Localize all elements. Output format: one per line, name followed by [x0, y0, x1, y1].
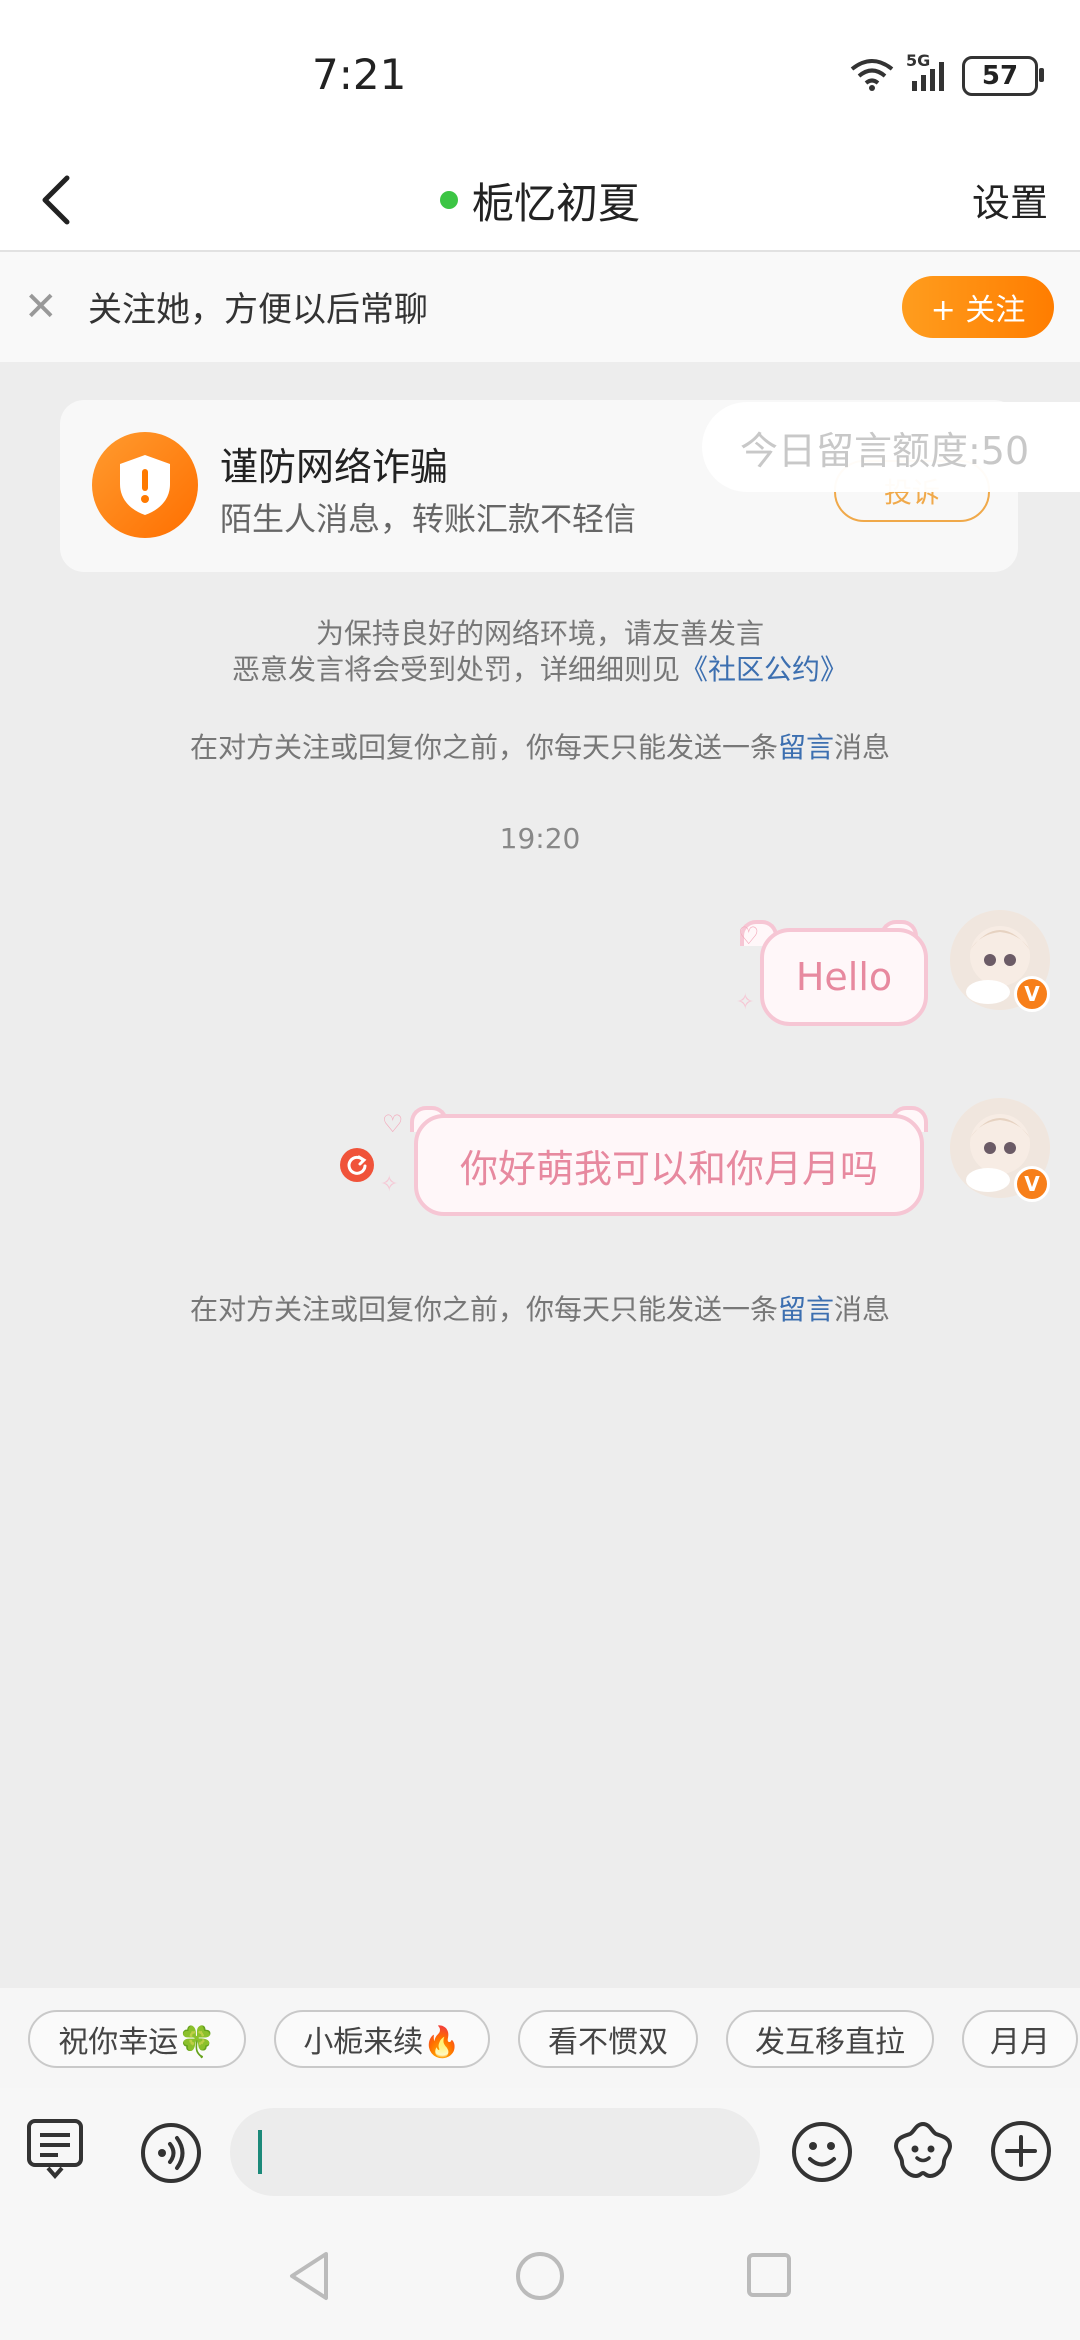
limit-text: 在对方关注或回复你之前，你每天只能发送一条 — [189, 1293, 778, 1326]
follow-button[interactable]: + 关注 — [902, 276, 1054, 338]
quick-reply-chip[interactable]: 小栀来续🔥 — [274, 2010, 490, 2068]
quick-reply-chip[interactable]: 祝你幸运🍀 — [28, 2010, 246, 2068]
leave-message-link[interactable]: 留言 — [778, 1293, 834, 1326]
online-status-dot — [439, 191, 458, 209]
sparkle-icon: ✧ — [736, 990, 755, 1015]
nav-back-icon[interactable] — [286, 2250, 332, 2306]
retry-icon[interactable] — [340, 1148, 374, 1182]
system-nav-bar — [0, 2218, 1080, 2340]
quick-reply-chip[interactable]: 发互移直拉 — [726, 2010, 934, 2068]
message-text: Hello — [795, 955, 893, 999]
menu-text-icon[interactable] — [26, 2118, 84, 2184]
message-limit-notice: 在对方关注或回复你之前，你每天只能发送一条留言消息 — [0, 730, 1080, 766]
emoji-icon[interactable] — [790, 2120, 854, 2188]
message-quota-badge: 今日留言额度:50 — [702, 402, 1080, 492]
close-icon[interactable]: ✕ — [24, 284, 58, 330]
message-input[interactable] — [230, 2108, 760, 2196]
nav-home-icon[interactable] — [514, 2250, 566, 2306]
fraud-title: 谨防网络诈骗 — [220, 445, 449, 489]
notice-line-1: 为保持良好的网络环境，请友善发言 — [315, 617, 764, 650]
back-button[interactable] — [26, 168, 86, 232]
heart-icon: ♡ — [382, 1110, 404, 1138]
community-rules-link[interactable]: 《社区公约》 — [680, 653, 848, 686]
chat-title: 栀忆初夏 — [471, 178, 640, 228]
notice-line-2-text: 恶意发言将会受到处罚，详细细则见 — [231, 653, 680, 686]
community-notice: 为保持良好的网络环境，请友善发言 恶意发言将会受到处罚，详细细则见《社区公约》 — [0, 616, 1080, 688]
input-bar — [0, 2088, 1080, 2218]
sticker-icon[interactable] — [890, 2118, 956, 2188]
text-caret — [258, 2130, 262, 2174]
quick-reply-chip[interactable]: 月月 — [962, 2010, 1078, 2068]
follow-tip: 关注她，方便以后常聊 — [88, 290, 428, 330]
quick-reply-chip[interactable]: 看不惯双 — [518, 2010, 698, 2068]
message-text: 你好萌我可以和你月月吗 — [459, 1146, 878, 1191]
voice-icon[interactable] — [140, 2122, 202, 2188]
limit-suffix: 消息 — [834, 1293, 891, 1326]
status-bar: 7:21 5G 57 — [0, 0, 1080, 150]
fraud-subtitle: 陌生人消息，转账汇款不轻信 — [220, 500, 637, 538]
settings-button[interactable]: 设置 — [972, 172, 1048, 227]
leave-message-link[interactable]: 留言 — [778, 731, 834, 764]
status-icons: 5G 57 — [850, 51, 1044, 96]
shield-icon — [92, 432, 198, 538]
message-timestamp: 19:20 — [499, 822, 581, 855]
sparkle-icon: ✧ — [380, 1172, 399, 1197]
limit-suffix: 消息 — [834, 731, 891, 764]
wifi-icon — [850, 57, 894, 95]
signal-icon: 5G — [906, 51, 948, 93]
chat-header: 栀忆初夏 设置 — [0, 150, 1080, 252]
quick-reply-bar: 祝你幸运🍀 小栀来续🔥 看不惯双 发互移直拉 月月 — [0, 1988, 1080, 2088]
follow-banner: ✕ 关注她，方便以后常聊 + 关注 — [0, 252, 1080, 362]
heart-icon: ♡ — [738, 922, 760, 950]
verified-badge-icon: V — [1014, 1166, 1050, 1202]
limit-text: 在对方关注或回复你之前，你每天只能发送一条 — [189, 731, 778, 764]
nav-recents-icon[interactable] — [746, 2252, 792, 2302]
back-arrow-icon — [42, 175, 70, 225]
message-bubble[interactable]: Hello — [760, 928, 928, 1026]
message-limit-notice: 在对方关注或回复你之前，你每天只能发送一条留言消息 — [0, 1292, 1080, 1328]
status-time: 7:21 — [312, 50, 407, 99]
notice-line-2: 恶意发言将会受到处罚，详细细则见《社区公约》 — [0, 652, 1080, 688]
chat-title-group: 栀忆初夏 — [0, 168, 1080, 232]
network-type: 5G — [906, 51, 931, 70]
battery-icon: 57 — [962, 56, 1044, 96]
message-bubble[interactable]: 你好萌我可以和你月月吗 — [414, 1114, 924, 1216]
verified-badge-icon: V — [1014, 976, 1050, 1012]
plus-icon[interactable] — [990, 2120, 1052, 2186]
